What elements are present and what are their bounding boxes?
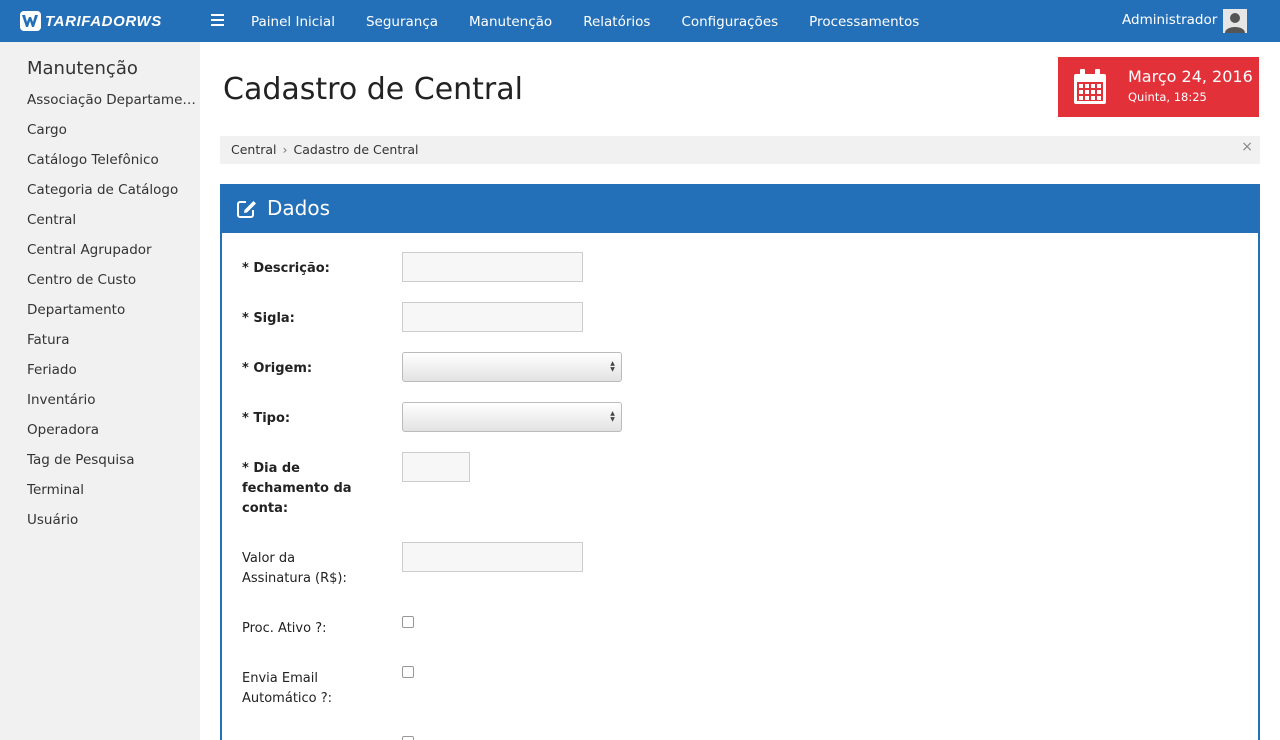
breadcrumb: Central › Cadastro de Central × [220, 136, 1260, 164]
nav-item-manutencao[interactable]: Manutenção [469, 0, 552, 42]
sidebar-item-centro-de-custo[interactable]: Centro de Custo [27, 270, 197, 300]
sidebar-item-cargo[interactable]: Cargo [27, 120, 197, 150]
nav-item-processamentos[interactable]: Processamentos [809, 0, 919, 42]
date-widget: Março 24, 2016 Quinta, 18:25 [1058, 57, 1259, 117]
date-text: Março 24, 2016 [1128, 67, 1253, 86]
descricao-input[interactable] [402, 252, 583, 282]
sidebar-item-catalogo-telefonico[interactable]: Catálogo Telefônico [27, 150, 197, 180]
nav-item-relatorios[interactable]: Relatórios [583, 0, 650, 42]
sidebar-item-tag-de-pesquisa[interactable]: Tag de Pesquisa [27, 450, 197, 480]
tipo-select[interactable]: ▲ ▼ [402, 402, 622, 432]
app-logo[interactable]: TARIFADORWS [20, 11, 162, 31]
sidebar-item-central[interactable]: Central [27, 210, 197, 240]
select-arrows-icon: ▲ ▼ [610, 410, 615, 423]
user-name[interactable]: Administrador [1122, 0, 1217, 40]
weekday-time-text: Quinta, 18:25 [1128, 90, 1207, 104]
sidebar-item-inventario[interactable]: Inventário [27, 390, 197, 420]
tipo-label: * Tipo: [242, 411, 291, 426]
sidebar: Manutenção Associação Departamento ... C… [0, 42, 200, 740]
envia-email-checkbox[interactable] [402, 666, 414, 678]
sidebar-list: Associação Departamento ... Cargo Catálo… [27, 90, 197, 540]
main-nav: Painel Inicial Segurança Manutenção Rela… [251, 0, 950, 42]
proc-ativo-checkbox[interactable] [402, 616, 414, 628]
sidebar-item-terminal[interactable]: Terminal [27, 480, 197, 510]
close-icon[interactable]: × [1241, 136, 1253, 158]
form-panel: Dados * Descrição: * Sigla: * Origem: ▲ ▼… [220, 184, 1260, 740]
sidebar-item-operadora[interactable]: Operadora [27, 420, 197, 450]
nav-item-seguranca[interactable]: Segurança [366, 0, 438, 42]
descricao-label: * Descrição: [242, 261, 330, 276]
breadcrumb-item-central[interactable]: Central [231, 142, 277, 157]
menu-toggle-icon[interactable] [211, 14, 224, 26]
dia-fechamento-label: * Dia de fechamento da conta: [242, 461, 352, 516]
sigla-label: * Sigla: [242, 311, 295, 326]
sidebar-item-usuario[interactable]: Usuário [27, 510, 197, 540]
sidebar-item-departamento[interactable]: Departamento [27, 300, 197, 330]
proc-ativo-label: Proc. Ativo ?: [242, 621, 327, 636]
page-title: Cadastro de Central [223, 72, 523, 107]
sidebar-title: Manutenção [27, 58, 138, 79]
breadcrumb-separator: › [282, 142, 288, 157]
sidebar-item-central-agrupador[interactable]: Central Agrupador [27, 240, 197, 270]
origem-select[interactable]: ▲ ▼ [402, 352, 622, 382]
nav-item-painel-inicial[interactable]: Painel Inicial [251, 0, 335, 42]
user-avatar-icon [1223, 9, 1247, 33]
top-navbar: TARIFADORWS Painel Inicial Segurança Man… [0, 0, 1280, 42]
select-arrows-icon: ▲ ▼ [610, 360, 615, 373]
panel-title: Dados [267, 196, 331, 220]
nav-item-configuracoes[interactable]: Configurações [681, 0, 778, 42]
envia-email-label: Envia Email Automático ?: [242, 671, 333, 706]
dia-fechamento-input[interactable] [402, 452, 470, 482]
avatar[interactable] [1223, 9, 1247, 33]
valor-assinatura-input[interactable] [402, 542, 583, 572]
breadcrumb-item-current: Cadastro de Central [293, 142, 419, 157]
next-field-checkbox[interactable] [402, 736, 414, 740]
sidebar-item-categoria-de-catalogo[interactable]: Categoria de Catálogo [27, 180, 197, 210]
logo-icon [20, 11, 41, 31]
panel-header: Dados [222, 186, 1258, 233]
sidebar-item-associacao-departamento[interactable]: Associação Departamento ... [27, 90, 197, 120]
edit-icon [237, 201, 256, 218]
sigla-input[interactable] [402, 302, 583, 332]
origem-label: * Origem: [242, 361, 313, 376]
logo-text: TARIFADORWS [45, 12, 162, 30]
sidebar-item-fatura[interactable]: Fatura [27, 330, 197, 360]
sidebar-item-feriado[interactable]: Feriado [27, 360, 197, 390]
calendar-icon [1074, 69, 1106, 104]
valor-assinatura-label: Valor da Assinatura (R$): [242, 551, 347, 586]
